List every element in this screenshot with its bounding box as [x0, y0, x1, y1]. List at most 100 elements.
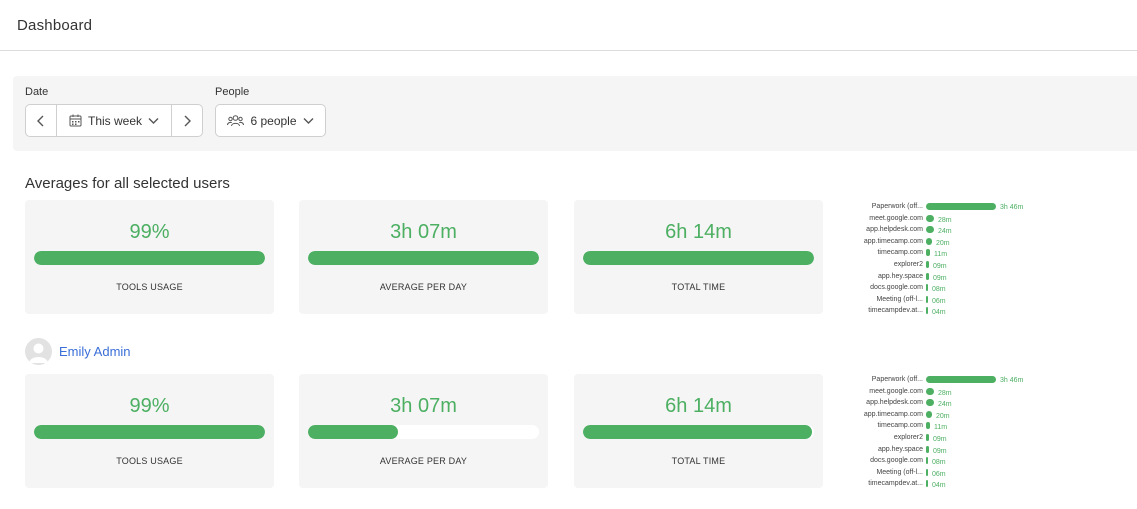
app-name: Paperwork (off...: [871, 376, 923, 383]
app-name: timecamp.com: [877, 422, 923, 430]
averages-average-per-day-card: 3h 07m AVERAGE PER DAY: [299, 200, 548, 314]
app-usage-bar: [926, 307, 928, 315]
stat-value: 6h 14m: [665, 395, 732, 417]
app-name: docs.google.com: [870, 284, 923, 292]
stat-value: 99%: [129, 221, 170, 243]
user-tools-usage-card: 99% TOOLS USAGE: [25, 374, 274, 488]
next-period-button[interactable]: [171, 105, 202, 136]
people-dropdown[interactable]: 6 people: [215, 104, 326, 137]
filter-panel: Date This week People 6 people: [13, 76, 1137, 151]
progress-bar: [583, 251, 814, 265]
app-usage-time: 3h 46m: [1000, 377, 1024, 384]
user-name-link[interactable]: Emily Admin: [59, 344, 131, 359]
app-name: explorer2: [893, 261, 923, 268]
people-icon: [227, 115, 245, 127]
app-usage-bar: [926, 203, 996, 210]
app-usage-bar: [926, 457, 928, 465]
app-usage-row: app.helpdesk.com 24m: [826, 397, 1086, 408]
stat-label: TOOLS USAGE: [116, 456, 183, 466]
app-usage-bar: [926, 272, 929, 280]
date-range-dropdown[interactable]: This week: [57, 105, 171, 136]
app-usage-row: meet.google.com 28m: [826, 386, 1086, 397]
user-avatar-icon: [25, 338, 52, 365]
stat-value: 99%: [129, 395, 170, 417]
app-usage-bar: [926, 480, 928, 488]
app-usage-bar: [926, 387, 934, 395]
stat-value: 3h 07m: [390, 395, 457, 417]
app-usage-bar: [926, 422, 930, 430]
app-usage-row: app.hey.space 09m: [826, 271, 1086, 282]
app-usage-bar: [926, 214, 934, 222]
averages-tools-usage-card: 99% TOOLS USAGE: [25, 200, 274, 314]
user-row: Emily Admin: [25, 338, 131, 365]
app-usage-bar: [926, 295, 928, 303]
app-name: app.hey.space: [877, 272, 923, 280]
app-usage-bar: [926, 445, 929, 453]
app-usage-row: app.helpdesk.com 24m: [826, 224, 1086, 235]
app-name: Paperwork (off...: [871, 203, 923, 210]
progress-fill: [583, 251, 814, 265]
app-name: app.helpdesk.com: [866, 399, 923, 407]
app-name: app.timecamp.com: [863, 237, 923, 245]
app-usage-row: Meeting (off-l... 06m: [826, 294, 1086, 305]
app-usage-row: explorer2 09m: [826, 259, 1086, 270]
app-usage-row: docs.google.com 08m: [826, 282, 1086, 293]
app-name: app.timecamp.com: [863, 410, 923, 418]
app-name: docs.google.com: [870, 457, 923, 465]
app-name: timecampdev.at...: [868, 480, 923, 488]
date-filter-label: Date: [25, 86, 49, 98]
averages-total-time-card: 6h 14m TOTAL TIME: [574, 200, 823, 314]
app-usage-row: explorer2 09m: [826, 432, 1086, 443]
app-usage-row: docs.google.com 08m: [826, 455, 1086, 466]
app-name: meet.google.com: [869, 387, 923, 395]
page-title: Dashboard: [17, 17, 93, 34]
stat-label: AVERAGE PER DAY: [379, 282, 468, 292]
app-name: Meeting (off-l...: [876, 468, 923, 476]
app-usage-row: timecampdev.at... 04m: [826, 305, 1086, 316]
app-name: meet.google.com: [869, 214, 923, 222]
app-usage-row: app.timecamp.com 20m: [826, 236, 1086, 247]
app-usage-time: 3h 46m: [1000, 204, 1024, 211]
user-total-time-card: 6h 14m TOTAL TIME: [574, 374, 823, 488]
chevron-down-icon: [148, 117, 159, 124]
previous-period-button[interactable]: [26, 105, 57, 136]
app-usage-bar: [926, 226, 934, 234]
progress-fill: [308, 425, 399, 439]
app-usage-row: Paperwork (off... 3h 46m: [826, 201, 1086, 212]
progress-fill: [34, 425, 265, 439]
app-usage-bar: [926, 434, 929, 441]
progress-fill: [34, 251, 265, 265]
app-name: Meeting (off-l...: [876, 295, 923, 303]
app-usage-time: 04m: [932, 482, 946, 490]
app-usage-bar: [926, 284, 928, 292]
app-usage-row: Meeting (off-l... 06m: [826, 467, 1086, 478]
progress-bar: [308, 425, 539, 439]
people-filter-label: People: [215, 86, 250, 98]
app-usage-bar: [926, 399, 934, 407]
app-name: timecampdev.at...: [868, 307, 923, 315]
people-value: 6 people: [250, 113, 297, 128]
progress-bar: [308, 251, 539, 265]
app-usage-row: timecamp.com 11m: [826, 247, 1086, 258]
app-usage-row: timecampdev.at... 04m: [826, 478, 1086, 489]
app-usage-row: app.hey.space 09m: [826, 444, 1086, 455]
progress-bar: [583, 425, 814, 439]
progress-fill: [308, 251, 539, 265]
date-range-value: This week: [87, 113, 143, 128]
app-name: app.hey.space: [877, 445, 923, 453]
chevron-down-icon: [303, 117, 314, 124]
app-usage-row: timecamp.com 11m: [826, 420, 1086, 431]
averages-section-title: Averages for all selected users: [25, 175, 230, 192]
app-usage-row: Paperwork (off... 3h 46m: [826, 374, 1086, 385]
stat-label: AVERAGE PER DAY: [379, 456, 468, 466]
progress-fill: [583, 425, 812, 439]
stat-label: TOTAL TIME: [671, 456, 726, 466]
top-bar: Dashboard: [0, 0, 1137, 51]
app-usage-bar: [926, 468, 928, 476]
app-usage-row: app.timecamp.com 20m: [826, 409, 1086, 420]
app-usage-bar: [926, 376, 996, 383]
app-usage-bar: [926, 249, 930, 257]
stat-value: 3h 07m: [390, 221, 457, 243]
calendar-icon: [69, 114, 82, 127]
app-name: timecamp.com: [877, 249, 923, 257]
